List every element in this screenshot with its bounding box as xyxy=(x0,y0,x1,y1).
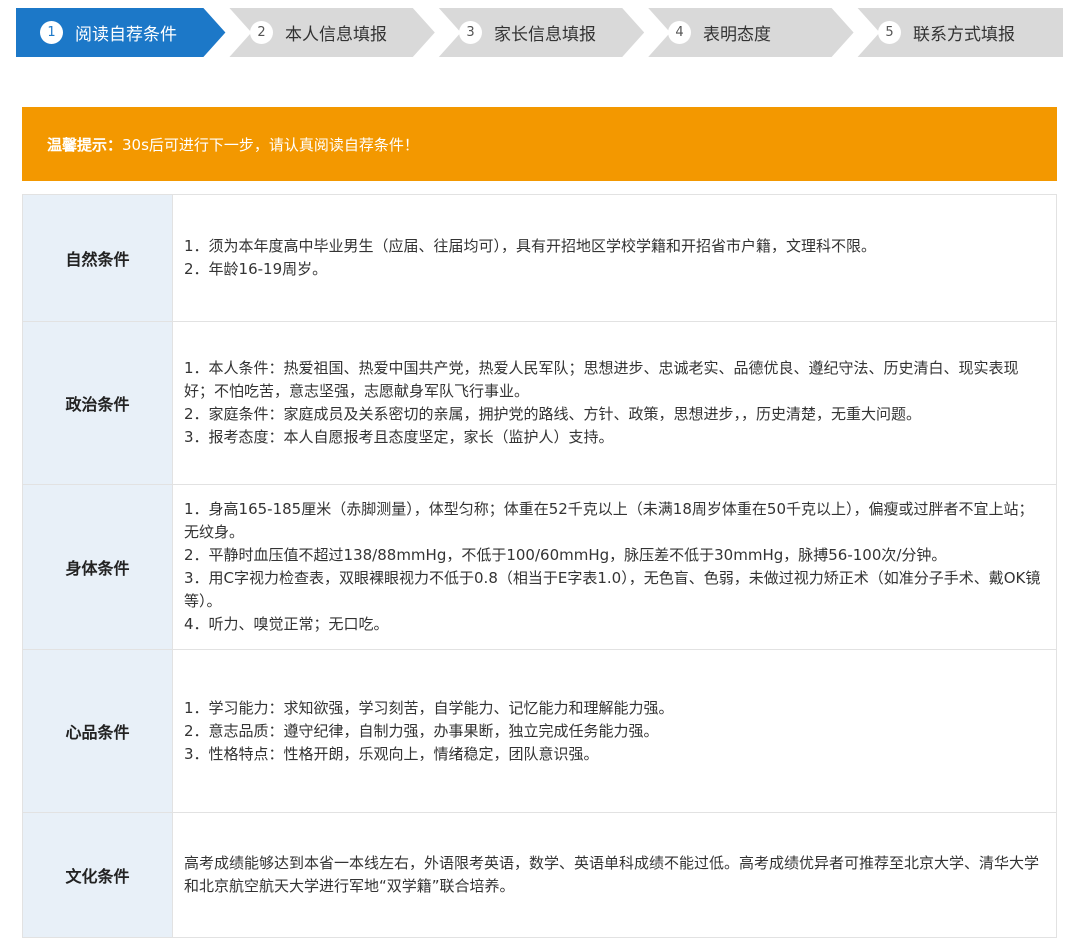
condition-row-academic: 文化条件 高考成绩能够达到本省一本线左右，外语限考英语，数学、英语单科成绩不能过… xyxy=(23,812,1056,937)
condition-item: 3．性格特点：性格开朗，乐观向上，情绪稳定，团队意识强。 xyxy=(184,744,599,763)
step-5-contact-info[interactable]: 5 联系方式填报 xyxy=(878,8,1015,57)
condition-label: 文化条件 xyxy=(23,813,173,937)
condition-label: 政治条件 xyxy=(23,322,173,484)
condition-label: 身体条件 xyxy=(23,485,173,649)
condition-content: 1．学习能力：求知欲强，学习刻苦，自学能力、记忆能力和理解能力强。 2．意志品质… xyxy=(173,650,1056,812)
progress-stepper: 1 阅读自荐条件 2 本人信息填报 3 家长信息填报 4 表明态度 5 联系方式… xyxy=(16,8,1063,57)
step-number-badge: 2 xyxy=(250,21,273,44)
condition-label: 心品条件 xyxy=(23,650,173,812)
reading-notice-banner: 温馨提示： 30s后可进行下一步，请认真阅读自荐条件！ xyxy=(22,107,1057,181)
step-number-badge: 4 xyxy=(668,21,691,44)
notice-prefix: 温馨提示： xyxy=(47,135,123,154)
condition-item: 3．报考态度：本人自愿报考且态度坚定，家长（监护人）支持。 xyxy=(184,428,614,446)
condition-row-psychological: 心品条件 1．学习能力：求知欲强，学习刻苦，自学能力、记忆能力和理解能力强。 2… xyxy=(23,649,1056,812)
condition-item: 3．用C字视力检查表，双眼裸眼视力不低于0.8（相当于E字表1.0），无色盲、色… xyxy=(184,569,1041,610)
condition-item: 高考成绩能够达到本省一本线左右，外语限考英语，数学、英语单科成绩不能过低。高考成… xyxy=(184,854,1040,895)
condition-item: 2．年龄16-19周岁。 xyxy=(184,260,328,278)
step-number-badge: 5 xyxy=(878,21,901,44)
step-number-badge: 1 xyxy=(40,21,63,44)
condition-item: 4．听力、嗅觉正常；无口吃。 xyxy=(184,615,389,633)
condition-item: 1．身高165-185厘米（赤脚测量），体型匀称；体重在52千克以上（未满18周… xyxy=(184,500,1034,541)
step-label: 表明态度 xyxy=(703,25,771,45)
condition-item: 2．意志品质：遵守纪律，自制力强，办事果断，独立完成任务能力强。 xyxy=(184,721,659,740)
condition-content: 1．本人条件：热爱祖国、热爱中国共产党，热爱人民军队；思想进步、忠诚老实、品德优… xyxy=(173,322,1056,484)
step-label: 家长信息填报 xyxy=(494,25,596,45)
condition-content: 1．须为本年度高中毕业男生（应届、往届均可），具有开招地区学校学籍和开招省市户籍… xyxy=(173,195,1056,321)
step-3-parent-info[interactable]: 3 家长信息填报 xyxy=(459,8,596,57)
condition-item: 2．平静时血压值不超过138/88mmHg，不低于100/60mmHg，脉压差不… xyxy=(184,546,947,564)
step-label: 本人信息填报 xyxy=(285,25,387,45)
condition-row-natural: 自然条件 1．须为本年度高中毕业男生（应届、往届均可），具有开招地区学校学籍和开… xyxy=(23,195,1056,321)
step-1-read-conditions[interactable]: 1 阅读自荐条件 xyxy=(40,8,177,57)
step-label: 联系方式填报 xyxy=(913,25,1015,45)
condition-item: 2．家庭条件：家庭成员及关系密切的亲属，拥护党的路线、方针、政策，思想进步，，历… xyxy=(184,405,922,423)
condition-content: 1．身高165-185厘米（赤脚测量），体型匀称；体重在52千克以上（未满18周… xyxy=(173,485,1056,649)
step-number-badge: 3 xyxy=(459,21,482,44)
condition-row-physical: 身体条件 1．身高165-185厘米（赤脚测量），体型匀称；体重在52千克以上（… xyxy=(23,484,1056,649)
step-2-personal-info[interactable]: 2 本人信息填报 xyxy=(250,8,387,57)
conditions-table: 自然条件 1．须为本年度高中毕业男生（应届、往届均可），具有开招地区学校学籍和开… xyxy=(22,194,1057,938)
condition-label: 自然条件 xyxy=(23,195,173,321)
notice-text: 30s后可进行下一步，请认真阅读自荐条件！ xyxy=(122,135,419,154)
condition-content: 高考成绩能够达到本省一本线左右，外语限考英语，数学、英语单科成绩不能过低。高考成… xyxy=(173,813,1056,937)
condition-item: 1．须为本年度高中毕业男生（应届、往届均可），具有开招地区学校学籍和开招省市户籍… xyxy=(184,237,877,255)
condition-item: 1．学习能力：求知欲强，学习刻苦，自学能力、记忆能力和理解能力强。 xyxy=(184,698,674,717)
condition-row-political: 政治条件 1．本人条件：热爱祖国、热爱中国共产党，热爱人民军队；思想进步、忠诚老… xyxy=(23,321,1056,484)
step-4-attitude[interactable]: 4 表明态度 xyxy=(668,8,771,57)
condition-item: 1．本人条件：热爱祖国、热爱中国共产党，热爱人民军队；思想进步、忠诚老实、品德优… xyxy=(184,359,1019,400)
step-label: 阅读自荐条件 xyxy=(75,25,177,45)
